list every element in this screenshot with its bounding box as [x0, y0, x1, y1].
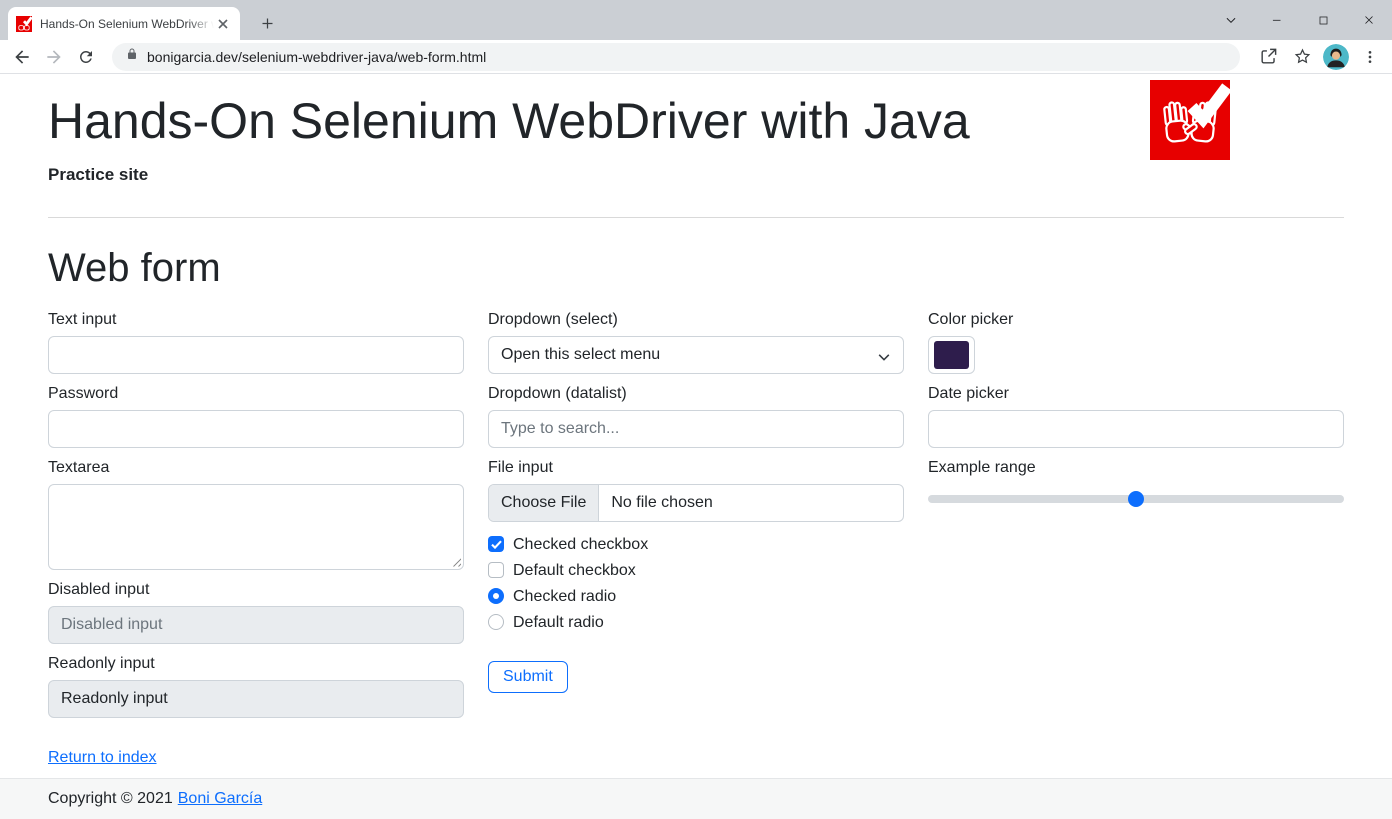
- new-tab-button[interactable]: [253, 9, 281, 37]
- range-label: Example range: [928, 457, 1344, 479]
- file-status-text: No file chosen: [599, 485, 724, 521]
- password-label: Password: [48, 383, 464, 405]
- textarea-label: Textarea: [48, 457, 464, 479]
- color-swatch: [934, 341, 969, 369]
- date-picker-input[interactable]: [928, 410, 1344, 448]
- share-button[interactable]: [1254, 43, 1282, 71]
- textarea-field: Textarea: [48, 457, 464, 570]
- browser-titlebar: Hands-On Selenium WebDriver w: [0, 0, 1392, 40]
- textarea-input[interactable]: [48, 484, 464, 570]
- checkbox-radio-group: Checked checkbox Default checkbox Checke…: [488, 536, 904, 631]
- color-picker-label: Color picker: [928, 309, 1344, 331]
- page-footer: Copyright © 2021 Boni García: [0, 778, 1392, 819]
- dropdown-datalist-field: Dropdown (datalist): [488, 383, 904, 448]
- web-form: Text input Password Textarea Disabled in…: [48, 309, 1344, 767]
- copyright-text: Copyright © 2021: [48, 790, 173, 808]
- date-picker-field: Date picker: [928, 383, 1344, 448]
- choose-file-button[interactable]: Choose File: [489, 485, 599, 521]
- tab-title: Hands-On Selenium WebDriver w: [40, 16, 214, 32]
- file-input-field: File input Choose File No file chosen: [488, 457, 904, 522]
- refresh-button[interactable]: [72, 43, 100, 71]
- default-checkbox-row: Default checkbox: [488, 562, 904, 579]
- form-column-left: Text input Password Textarea Disabled in…: [48, 309, 464, 767]
- site-logo: [1150, 80, 1230, 160]
- default-radio-row: Default radio: [488, 614, 904, 631]
- range-field: Example range: [928, 457, 1344, 507]
- browser-toolbar: bonigarcia.dev/selenium-webdriver-java/w…: [0, 40, 1392, 74]
- tab-search-button[interactable]: [1208, 0, 1254, 40]
- address-bar[interactable]: bonigarcia.dev/selenium-webdriver-java/w…: [112, 43, 1240, 71]
- dropdown-select[interactable]: Open this select menu: [488, 336, 904, 374]
- form-column-middle: Dropdown (select) Open this select menu …: [488, 309, 904, 767]
- dropdown-select-field: Dropdown (select) Open this select menu: [488, 309, 904, 374]
- color-picker-field: Color picker: [928, 309, 1344, 374]
- readonly-input-label: Readonly input: [48, 653, 464, 675]
- tab-title-fade: [188, 16, 214, 32]
- menu-dots-icon[interactable]: [1356, 43, 1384, 71]
- tab-close-icon[interactable]: [214, 15, 232, 33]
- disabled-input: [48, 606, 464, 644]
- forward-button[interactable]: [40, 43, 68, 71]
- radio-unchecked-icon[interactable]: [488, 614, 504, 630]
- password-input[interactable]: [48, 410, 464, 448]
- minimize-button[interactable]: [1254, 0, 1300, 40]
- checked-radio-row: Checked radio: [488, 588, 904, 605]
- author-link[interactable]: Boni García: [178, 790, 262, 808]
- checked-checkbox-row: Checked checkbox: [488, 536, 904, 553]
- file-input[interactable]: Choose File No file chosen: [488, 484, 904, 522]
- back-button[interactable]: [8, 43, 36, 71]
- file-input-label: File input: [488, 457, 904, 479]
- window-controls: [1208, 0, 1392, 40]
- radio-label[interactable]: Checked radio: [513, 588, 616, 605]
- text-input-label: Text input: [48, 309, 464, 331]
- color-picker-input[interactable]: [928, 336, 975, 374]
- datalist-input[interactable]: [488, 410, 904, 448]
- readonly-input-field: Readonly input: [48, 653, 464, 718]
- checkbox-label[interactable]: Default checkbox: [513, 562, 636, 579]
- dropdown-select-value: Open this select menu: [501, 346, 660, 363]
- page-title: Web form: [48, 246, 1344, 291]
- chevron-down-icon: [877, 348, 891, 372]
- checkbox-checked-icon[interactable]: [488, 536, 504, 552]
- site-favicon-icon: [16, 16, 32, 32]
- site-header: Hands-On Selenium WebDriver with Java Pr…: [48, 75, 1344, 185]
- text-input-field: Text input: [48, 309, 464, 374]
- disabled-input-field: Disabled input: [48, 579, 464, 644]
- disabled-input-label: Disabled input: [48, 579, 464, 601]
- range-slider[interactable]: [928, 491, 1344, 507]
- submit-button[interactable]: Submit: [488, 661, 568, 693]
- range-thumb[interactable]: [1128, 491, 1144, 507]
- readonly-input[interactable]: [48, 680, 464, 718]
- lock-icon[interactable]: [126, 47, 138, 66]
- return-to-index-link[interactable]: Return to index: [48, 749, 157, 767]
- site-subtitle: Practice site: [48, 165, 1344, 185]
- close-window-button[interactable]: [1346, 0, 1392, 40]
- checkbox-label[interactable]: Checked checkbox: [513, 536, 648, 553]
- radio-label[interactable]: Default radio: [513, 614, 604, 631]
- form-column-right: Color picker Date picker Example range: [928, 309, 1344, 767]
- password-field: Password: [48, 383, 464, 448]
- text-input[interactable]: [48, 336, 464, 374]
- radio-checked-icon[interactable]: [488, 588, 504, 604]
- maximize-button[interactable]: [1300, 0, 1346, 40]
- browser-tab[interactable]: Hands-On Selenium WebDriver w: [8, 7, 240, 40]
- dropdown-datalist-label: Dropdown (datalist): [488, 383, 904, 405]
- checkbox-unchecked-icon[interactable]: [488, 562, 504, 578]
- url-text[interactable]: bonigarcia.dev/selenium-webdriver-java/w…: [147, 49, 486, 65]
- profile-avatar[interactable]: [1322, 43, 1350, 71]
- date-picker-label: Date picker: [928, 383, 1344, 405]
- dropdown-select-label: Dropdown (select): [488, 309, 904, 331]
- header-divider: [48, 217, 1344, 218]
- page-content: Hands-On Selenium WebDriver with Java Pr…: [0, 75, 1392, 778]
- bookmark-star-icon[interactable]: [1288, 43, 1316, 71]
